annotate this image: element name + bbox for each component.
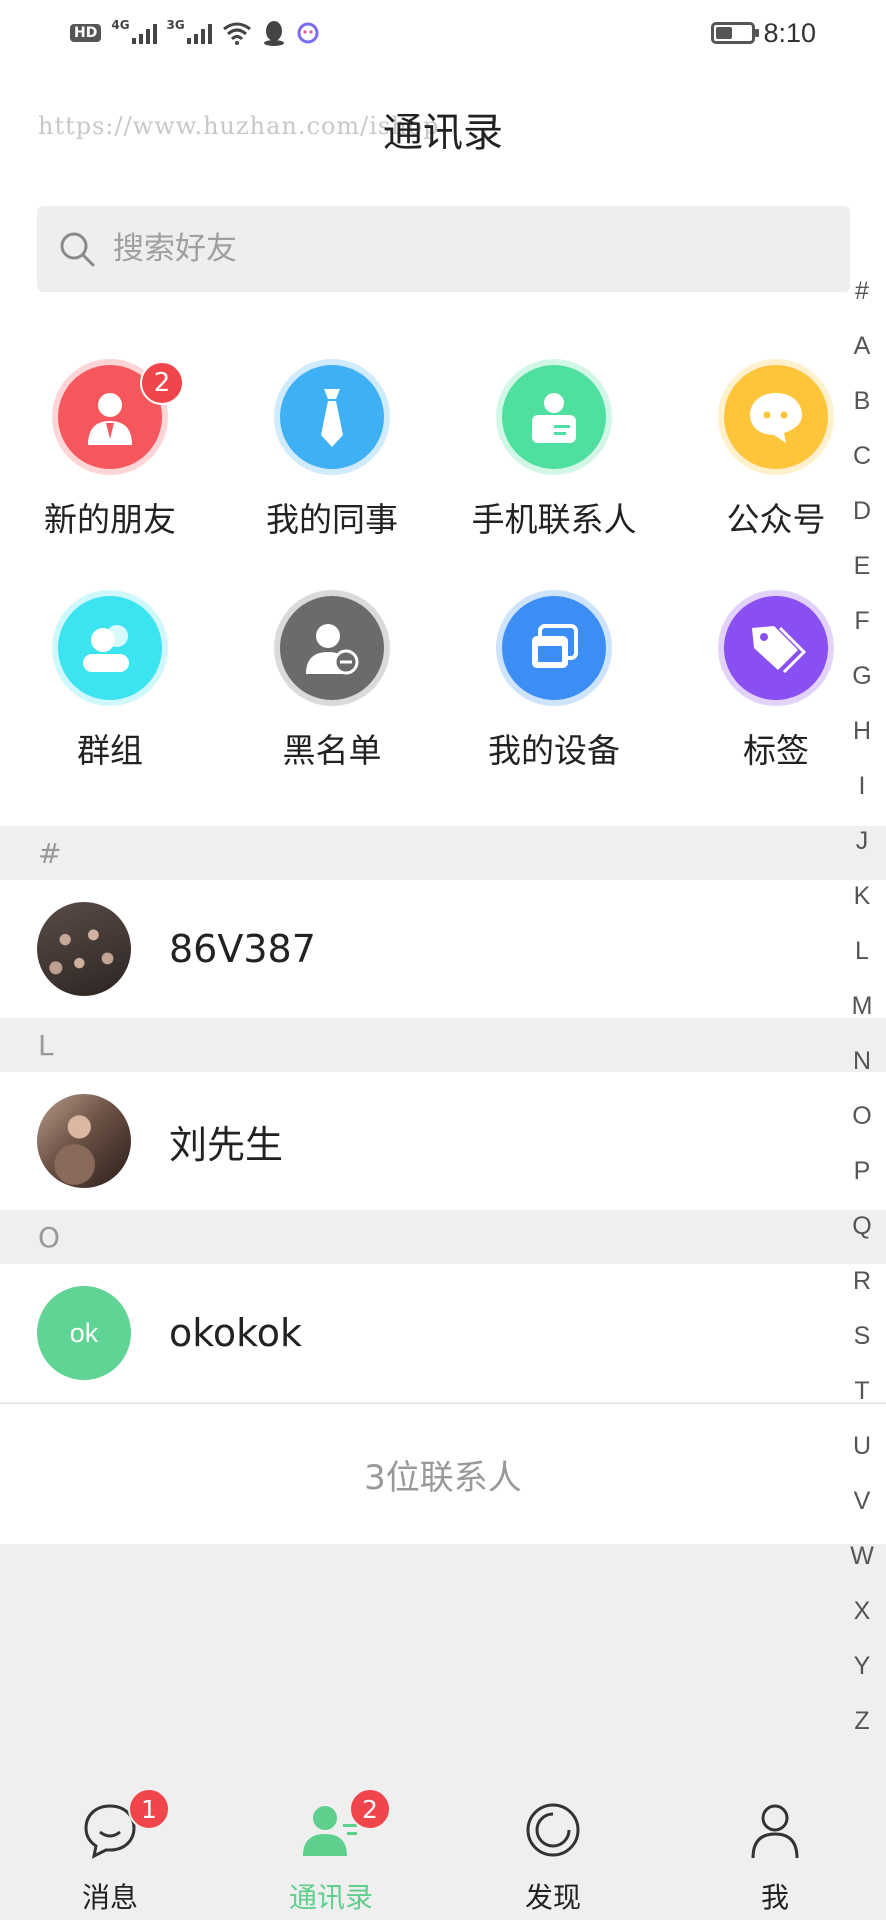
tab-label: 发现 <box>524 1881 581 1914</box>
alphabet-index-letter[interactable]: W <box>838 1529 886 1584</box>
feature-label: 我的同事 <box>266 500 398 539</box>
network-4g-label: 4G <box>111 18 130 32</box>
contact-name: 86V387 <box>169 927 316 971</box>
feature-label: 黑名单 <box>282 731 382 770</box>
group-icon <box>52 590 168 706</box>
contacts-badge: 2 <box>349 1788 391 1830</box>
alphabet-index-letter[interactable]: H <box>838 704 886 759</box>
new-friend-icon: 2 <box>52 359 184 475</box>
messages-badge: 1 <box>128 1788 170 1830</box>
contact-row[interactable]: ok okokok <box>0 1264 886 1402</box>
feature-new-friends[interactable]: 2 新的朋友 <box>10 359 210 541</box>
feature-label: 群组 <box>77 731 143 770</box>
contact-count: 3位联系人 <box>0 1404 886 1544</box>
avatar <box>37 1094 131 1188</box>
contact-name: okokok <box>169 1311 303 1355</box>
battery-icon <box>711 22 760 44</box>
avatar <box>37 902 131 996</box>
alphabet-index-letter[interactable]: # <box>838 264 886 319</box>
alphabet-index-letter[interactable]: B <box>838 374 886 429</box>
tab-discover[interactable]: 发现 <box>463 1768 643 1920</box>
alphabet-index-letter[interactable]: Z <box>838 1694 886 1749</box>
status-right: 8:10 <box>711 16 816 50</box>
alphabet-index-letter[interactable]: K <box>838 869 886 924</box>
avatar: ok <box>37 1286 131 1380</box>
new-friends-badge: 2 <box>140 361 184 405</box>
alphabet-index-letter[interactable]: I <box>838 759 886 814</box>
tab-label: 通讯录 <box>288 1881 373 1914</box>
alphabet-index-letter[interactable]: X <box>838 1584 886 1639</box>
alphabet-index-letter[interactable]: O <box>838 1089 886 1144</box>
blacklist-icon <box>274 590 390 706</box>
alphabet-index-letter[interactable]: A <box>838 319 886 374</box>
tag-icon <box>718 590 834 706</box>
signal-icon <box>186 22 212 44</box>
search-icon <box>60 232 95 267</box>
alphabet-index-letter[interactable]: C <box>838 429 886 484</box>
app-notification-icon <box>297 22 319 44</box>
alphabet-index-letter[interactable]: D <box>838 484 886 539</box>
qq-icon <box>263 21 284 46</box>
alphabet-index-letter[interactable]: E <box>838 539 886 594</box>
section-header: O <box>0 1210 886 1264</box>
alphabet-index-letter[interactable]: Y <box>838 1639 886 1694</box>
section-header: L <box>0 1018 886 1072</box>
contact-name: 刘先生 <box>169 1122 284 1167</box>
status-left: HD 4G 3G <box>70 18 320 48</box>
profile-icon <box>745 1800 805 1860</box>
device-icon <box>496 590 612 706</box>
hd-indicator: HD <box>70 24 102 42</box>
tab-label: 我 <box>760 1881 789 1914</box>
network-3g-label: 3G <box>166 18 185 32</box>
alphabet-index-letter[interactable]: G <box>838 649 886 704</box>
discover-icon <box>523 1800 583 1860</box>
tab-profile[interactable]: 我 <box>685 1768 865 1920</box>
phone-contact-icon <box>496 359 612 475</box>
feature-groups[interactable]: 群组 <box>10 590 210 772</box>
feature-label: 手机联系人 <box>471 500 637 539</box>
feature-my-devices[interactable]: 我的设备 <box>454 590 654 772</box>
page-title: 通讯录 <box>383 110 503 156</box>
tab-messages[interactable]: 1 消息 <box>20 1768 200 1920</box>
tab-label: 消息 <box>81 1881 138 1914</box>
feature-label: 新的朋友 <box>44 500 176 539</box>
clock: 8:10 <box>763 17 816 48</box>
alphabet-index-letter[interactable]: Q <box>838 1199 886 1254</box>
alphabet-index-letter[interactable]: N <box>838 1034 886 1089</box>
alphabet-index-letter[interactable]: T <box>838 1364 886 1419</box>
status-bar: HD 4G 3G 8:10 <box>0 0 886 66</box>
alphabet-index[interactable]: # A B C D E F G H I J K L M N O P Q R S T U V W X Y Z <box>838 264 886 1749</box>
contact-row[interactable]: 86V387 <box>0 880 886 1018</box>
alphabet-index-letter[interactable]: S <box>838 1309 886 1364</box>
feature-label: 我的设备 <box>488 731 620 770</box>
alphabet-index-letter[interactable]: V <box>838 1474 886 1529</box>
signal-icon <box>131 22 157 44</box>
alphabet-index-letter[interactable]: J <box>838 814 886 869</box>
feature-colleagues[interactable]: 我的同事 <box>232 359 432 541</box>
tab-bar: 1 消息 2 通讯录 发现 我 <box>0 1768 886 1920</box>
alphabet-index-letter[interactable]: R <box>838 1254 886 1309</box>
alphabet-index-letter[interactable]: L <box>838 924 886 979</box>
tab-contacts[interactable]: 2 通讯录 <box>241 1768 421 1920</box>
search-bar[interactable] <box>37 206 850 292</box>
tie-icon <box>274 359 390 475</box>
contacts-icon: 2 <box>301 1788 391 1860</box>
section-header: # <box>0 826 886 880</box>
feature-phone-contacts[interactable]: 手机联系人 <box>454 359 654 541</box>
contact-row[interactable]: 刘先生 <box>0 1072 886 1210</box>
alphabet-index-letter[interactable]: U <box>838 1419 886 1474</box>
alphabet-index-letter[interactable]: P <box>838 1144 886 1199</box>
search-input[interactable] <box>113 231 813 267</box>
message-icon: 1 <box>80 1788 170 1860</box>
wifi-icon <box>222 22 251 45</box>
feature-blacklist[interactable]: 黑名单 <box>232 590 432 772</box>
alphabet-index-letter[interactable]: F <box>838 594 886 649</box>
chat-bubble-icon <box>718 359 834 475</box>
alphabet-index-letter[interactable]: M <box>838 979 886 1034</box>
